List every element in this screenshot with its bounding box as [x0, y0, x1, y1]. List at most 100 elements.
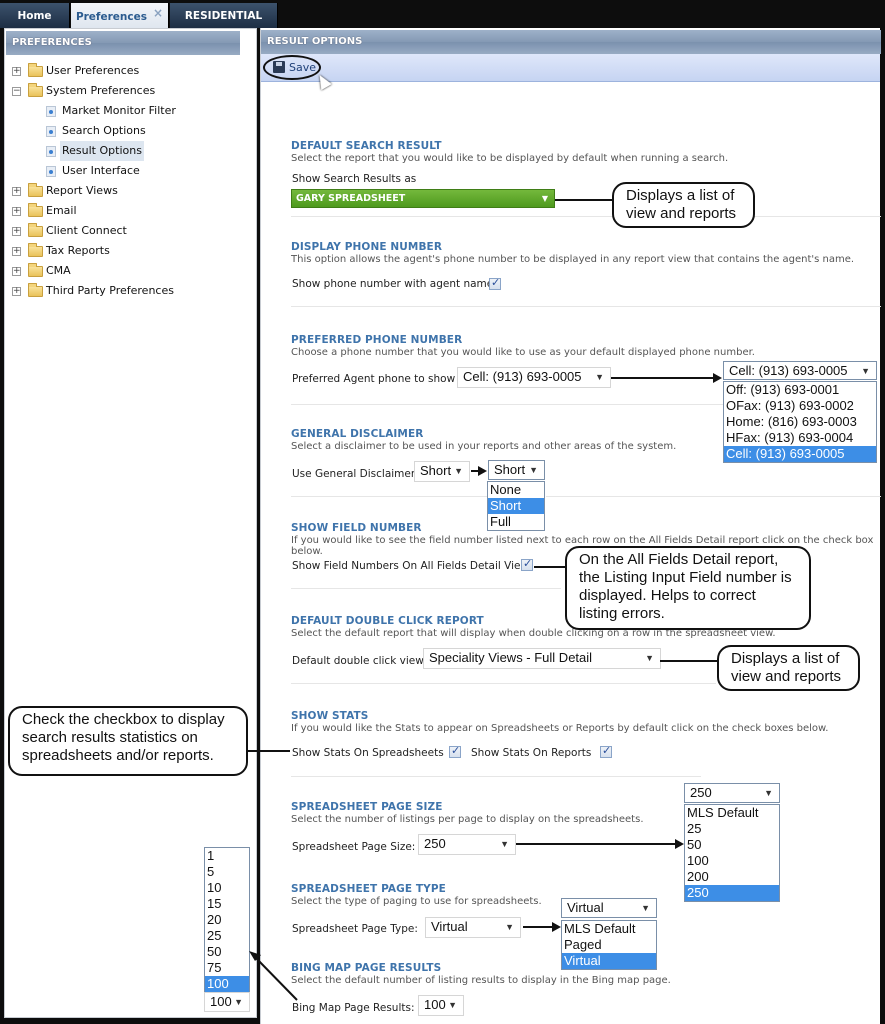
bing-label: Bing Map Page Results:	[292, 1002, 415, 1014]
dropdown-option-selected[interactable]: Short	[488, 498, 544, 514]
dropdown-option[interactable]: Home: (816) 693-0003	[724, 414, 876, 430]
save-label: Save	[289, 61, 317, 74]
dropdown-option[interactable]: HFax: (913) 693-0004	[724, 430, 876, 446]
bing-expanded-select[interactable]: 100 ▼	[204, 992, 250, 1012]
stats-reports-checkbox[interactable]	[600, 744, 612, 758]
dropdown-arrow-icon: ▼	[764, 788, 773, 798]
tree-item-client-connect[interactable]: + Client Connect	[5, 221, 255, 241]
dropdown-option[interactable]: Full	[488, 514, 544, 530]
divider	[291, 404, 731, 405]
double-click-label: Default double click view	[292, 655, 424, 667]
folder-icon	[28, 223, 43, 237]
dropdown-option[interactable]: 15	[205, 896, 249, 912]
callout-arrow-bing	[249, 951, 298, 1001]
tree-item-email[interactable]: + Email	[5, 201, 255, 221]
dropdown-option[interactable]: 1	[205, 848, 249, 864]
divider	[291, 683, 716, 684]
page-type-expanded-select[interactable]: Virtual ▼	[561, 898, 657, 918]
dropdown-option[interactable]: 50	[205, 944, 249, 960]
expand-icon[interactable]: +	[12, 67, 21, 76]
tree-item-label: Market Monitor Filter	[62, 104, 176, 117]
dropdown-option[interactable]: 10	[205, 880, 249, 896]
dropdown-option[interactable]: OFax: (913) 693-0002	[724, 398, 876, 414]
dropdown-option-selected[interactable]: Cell: (913) 693-0005	[724, 446, 876, 462]
tree-item-user-interface[interactable]: User Interface	[5, 161, 255, 181]
disclaimer-select[interactable]: Short ▼	[414, 461, 470, 482]
tree-item-result-options[interactable]: Result Options	[5, 141, 255, 161]
callout-stats: Check the checkbox to display search res…	[8, 706, 248, 776]
disclaimer-options: None Short Full	[487, 481, 545, 531]
close-icon[interactable]: ×	[153, 6, 163, 20]
select-value: Short	[420, 463, 452, 478]
dropdown-option-selected[interactable]: 250	[685, 885, 779, 901]
dropdown-option[interactable]: 20	[205, 912, 249, 928]
page-size-options: MLS Default 25 50 100 200 250	[684, 804, 780, 902]
dropdown-option[interactable]: 75	[205, 960, 249, 976]
expand-icon[interactable]: +	[12, 187, 21, 196]
dropdown-option[interactable]: Paged	[562, 937, 656, 953]
dropdown-option[interactable]: 25	[685, 821, 779, 837]
save-button[interactable]: Save	[263, 55, 321, 80]
preferred-phone-expanded-select[interactable]: Cell: (913) 693-0005 ▼	[723, 361, 877, 380]
page-type-options: MLS Default Paged Virtual	[561, 920, 657, 970]
show-phone-checkbox[interactable]	[489, 276, 501, 290]
collapse-icon[interactable]: −	[12, 87, 21, 96]
search-results-select[interactable]: GARY SPREADSHEET ▼	[291, 189, 555, 208]
tree-item-tax-reports[interactable]: + Tax Reports	[5, 241, 255, 261]
expand-icon[interactable]: +	[12, 227, 21, 236]
page-size-expanded-select[interactable]: 250 ▼	[684, 783, 780, 803]
tree-item-label: CMA	[46, 264, 71, 277]
stats-spreadsheets-checkbox[interactable]	[449, 744, 461, 758]
page-size-select[interactable]: 250 ▼	[418, 834, 516, 855]
field-numbers-checkbox[interactable]	[521, 557, 533, 571]
expand-icon[interactable]: +	[12, 287, 21, 296]
tree-item-report-views[interactable]: + Report Views	[5, 181, 255, 201]
bing-select[interactable]: 100 ▼	[418, 995, 464, 1016]
section-description: Select the report that you would like to…	[291, 153, 729, 164]
expand-icon[interactable]: +	[12, 247, 21, 256]
tab-preferences[interactable]: Preferences ×	[71, 3, 169, 28]
section-description: Select the number of listings per page t…	[291, 814, 644, 825]
preferred-phone-label: Preferred Agent phone to show	[292, 373, 456, 385]
dropdown-arrow-icon: ▼	[595, 372, 604, 382]
double-click-select[interactable]: Speciality Views - Full Detail ▼	[423, 648, 661, 669]
disclaimer-expanded-select[interactable]: Short ▼	[488, 460, 545, 480]
page-icon	[46, 126, 56, 137]
tab-home[interactable]: Home	[0, 3, 70, 28]
divider	[291, 496, 491, 497]
dropdown-option[interactable]: None	[488, 482, 544, 498]
page-icon	[46, 106, 56, 117]
tree-item-system-preferences[interactable]: − System Preferences	[5, 81, 255, 101]
dropdown-option-selected[interactable]: Virtual	[562, 953, 656, 969]
folder-icon	[28, 263, 43, 277]
tab-residential[interactable]: RESIDENTIAL	[170, 3, 278, 28]
dropdown-option[interactable]: MLS Default	[562, 921, 656, 937]
section-description: Select the default number of listing res…	[291, 975, 671, 986]
page-size-label: Spreadsheet Page Size:	[292, 841, 416, 853]
expand-icon[interactable]: +	[12, 207, 21, 216]
section-description: This option allows the agent's phone num…	[291, 254, 855, 265]
arrowhead	[713, 373, 722, 383]
dropdown-option-selected[interactable]: 100	[205, 976, 249, 992]
tree-item-label: User Preferences	[46, 64, 140, 77]
tab-label: Preferences	[75, 11, 147, 23]
folder-icon	[28, 283, 43, 297]
dropdown-option[interactable]: 200	[685, 869, 779, 885]
dropdown-option[interactable]: MLS Default	[685, 805, 779, 821]
tree-item-market-monitor-filter[interactable]: Market Monitor Filter	[5, 101, 255, 121]
dropdown-option[interactable]: 100	[685, 853, 779, 869]
dropdown-option[interactable]: Off: (913) 693-0001	[724, 382, 876, 398]
folder-icon	[28, 83, 43, 97]
page-type-select[interactable]: Virtual ▼	[425, 917, 521, 938]
divider	[546, 496, 881, 497]
tree-item-search-options[interactable]: Search Options	[5, 121, 255, 141]
tree-item-cma[interactable]: + CMA	[5, 261, 255, 281]
tree-item-user-preferences[interactable]: + User Preferences	[5, 61, 255, 81]
preferred-phone-select[interactable]: Cell: (913) 693-0005 ▼	[457, 367, 611, 388]
dropdown-arrow-icon: ▼	[541, 194, 548, 203]
dropdown-option[interactable]: 25	[205, 928, 249, 944]
dropdown-option[interactable]: 5	[205, 864, 249, 880]
dropdown-option[interactable]: 50	[685, 837, 779, 853]
expand-icon[interactable]: +	[12, 267, 21, 276]
tree-item-third-party-preferences[interactable]: + Third Party Preferences	[5, 281, 255, 301]
